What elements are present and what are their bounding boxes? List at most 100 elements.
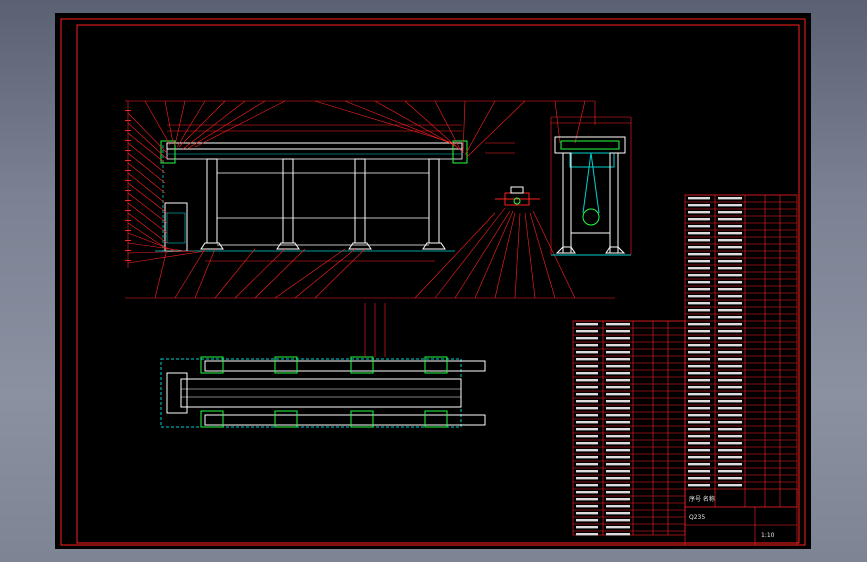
table-cell-text — [576, 526, 598, 529]
table-cell-text — [718, 400, 742, 403]
table-cell-text — [576, 498, 598, 501]
table-cell-text — [606, 498, 630, 501]
table-cell-text — [576, 330, 598, 333]
table-cell-text — [688, 281, 710, 284]
title-block-scale: 1:10 — [761, 532, 775, 539]
table-cell-text — [718, 267, 742, 270]
table-cell-text — [576, 323, 598, 326]
table-cell-text — [718, 239, 742, 242]
table-cell-text — [688, 267, 710, 270]
table-cell-text — [606, 386, 630, 389]
table-cell-text — [718, 323, 742, 326]
table-cell-text — [606, 526, 630, 529]
table-cell-text — [606, 421, 630, 424]
table-cell-text — [718, 253, 742, 256]
table-cell-text — [718, 295, 742, 298]
table-cell-text — [688, 302, 710, 305]
table-cell-text — [606, 330, 630, 333]
table-cell-text — [718, 197, 742, 200]
table-cell-text — [688, 225, 710, 228]
table-cell-text — [576, 351, 598, 354]
table-cell-text — [688, 330, 710, 333]
table-cell-text — [606, 428, 630, 431]
table-cell-text — [606, 351, 630, 354]
table-cell-text — [576, 414, 598, 417]
table-cell-text — [606, 400, 630, 403]
table-cell-text — [688, 239, 710, 242]
table-cell-text — [718, 414, 742, 417]
table-cell-text — [718, 470, 742, 473]
table-cell-text — [576, 477, 598, 480]
table-cell-text — [606, 470, 630, 473]
table-cell-text — [576, 533, 598, 536]
table-cell-text — [688, 246, 710, 249]
table-cell-text — [576, 456, 598, 459]
table-cell-text — [718, 288, 742, 291]
table-cell-text — [718, 281, 742, 284]
table-cell-text — [718, 477, 742, 480]
table-cell-text — [606, 463, 630, 466]
table-cell-text — [606, 358, 630, 361]
table-cell-text — [688, 484, 710, 487]
side-elevation-view — [550, 116, 632, 256]
cad-drawing-viewport[interactable]: 序号 名称 Q235 1:10 — [55, 13, 811, 549]
table-cell-text — [688, 260, 710, 263]
table-cell-text — [688, 288, 710, 291]
title-block-name: 序号 名称 — [689, 495, 715, 503]
table-cell-text — [718, 442, 742, 445]
table-cell-text — [688, 407, 710, 410]
table-cell-text — [576, 505, 598, 508]
detail-section-view — [495, 186, 540, 206]
table-cell-text — [576, 484, 598, 487]
table-cell-text — [688, 253, 710, 256]
table-cell-text — [576, 400, 598, 403]
table-cell-text — [688, 337, 710, 340]
table-cell-text — [688, 274, 710, 277]
table-cell-text — [576, 407, 598, 410]
table-cell-text — [606, 337, 630, 340]
table-cell-text — [606, 456, 630, 459]
table-cell-text — [576, 379, 598, 382]
table-cell-text — [688, 393, 710, 396]
table-cell-text — [688, 442, 710, 445]
table-cell-text — [606, 449, 630, 452]
support-columns — [206, 158, 440, 244]
table-cell-text — [718, 386, 742, 389]
table-cell-text — [606, 519, 630, 522]
table-cell-text — [688, 344, 710, 347]
table-cell-text — [688, 351, 710, 354]
table-cell-text — [576, 435, 598, 438]
table-cell-text — [718, 449, 742, 452]
table-cell-text — [718, 246, 742, 249]
table-cell-text — [718, 372, 742, 375]
table-cell-text — [688, 372, 710, 375]
table-cell-text — [606, 372, 630, 375]
table-cell-text — [688, 365, 710, 368]
table-cell-text — [718, 344, 742, 347]
table-cell-text — [688, 316, 710, 319]
table-cell-text — [688, 470, 710, 473]
table-cell-text — [606, 414, 630, 417]
table-cell-text — [576, 491, 598, 494]
table-cell-text — [718, 428, 742, 431]
table-cell-text — [606, 379, 630, 382]
table-cell-text — [606, 442, 630, 445]
table-cell-text — [688, 449, 710, 452]
table-cell-text — [688, 232, 710, 235]
table-cell-text — [606, 344, 630, 347]
table-cell-text — [576, 393, 598, 396]
table-cell-text — [718, 358, 742, 361]
table-cell-text — [688, 428, 710, 431]
table-cell-text — [606, 365, 630, 368]
table-cell-text — [718, 204, 742, 207]
table-cell-text — [718, 309, 742, 312]
plan-view — [160, 303, 486, 428]
table-cell-text — [576, 463, 598, 466]
table-cell-text — [688, 414, 710, 417]
table-cell-text — [718, 274, 742, 277]
table-cell-text — [718, 463, 742, 466]
table-cell-text — [718, 421, 742, 424]
table-cell-text — [576, 365, 598, 368]
table-cell-text — [576, 372, 598, 375]
table-cell-text — [718, 337, 742, 340]
